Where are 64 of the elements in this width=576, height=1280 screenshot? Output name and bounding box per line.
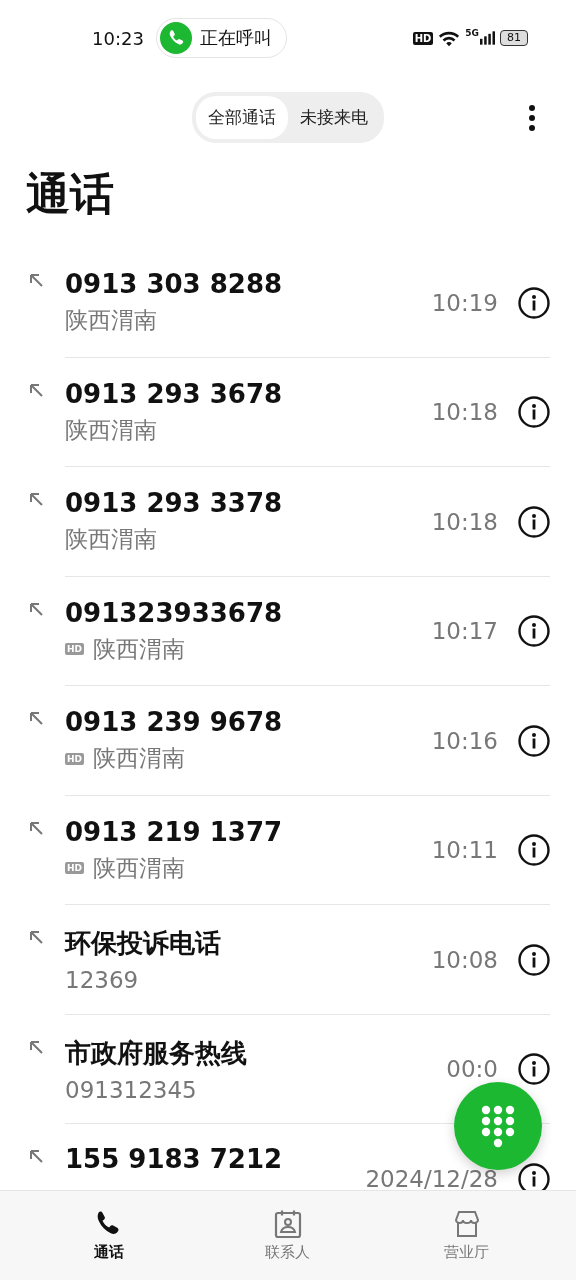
- signal-icon: [480, 30, 495, 46]
- tab[interactable]: 未接来电: [288, 96, 380, 139]
- info-icon[interactable]: [518, 396, 550, 429]
- hd-badge: HD: [412, 31, 434, 45]
- info-icon[interactable]: [518, 286, 550, 319]
- info-icon[interactable]: [518, 834, 550, 867]
- caller-name[interactable]: 环保投诉电话: [65, 926, 432, 962]
- caller-detail: 陕西渭南: [65, 306, 157, 336]
- hd-badge: HD: [65, 643, 84, 656]
- caller-detail: 091312345: [65, 1076, 197, 1103]
- info-icon[interactable]: [518, 943, 550, 976]
- wifi-icon: [438, 29, 461, 47]
- caller-name[interactable]: 155 9183 7212: [65, 1143, 366, 1174]
- caller-name[interactable]: 0913 303 8288: [65, 269, 432, 300]
- caller-detail: 12369: [65, 967, 139, 994]
- caller-name[interactable]: 0913 239 9678: [65, 707, 432, 738]
- outgoing-arrow-icon: [28, 381, 44, 398]
- nav-tab[interactable]: 联系人: [228, 1191, 348, 1280]
- phone-icon: [159, 22, 192, 54]
- caller-detail: 陕西渭南: [65, 415, 157, 445]
- network-label: 5G: [465, 27, 479, 38]
- outgoing-arrow-icon: [28, 1038, 44, 1055]
- call-time: 10:16: [431, 727, 498, 754]
- outgoing-arrow-icon: [28, 491, 44, 507]
- contacts-icon: [273, 1209, 303, 1239]
- tab[interactable]: 全部通话: [196, 96, 288, 139]
- outgoing-arrow-icon: [28, 1148, 44, 1164]
- call-time: 10:08: [431, 946, 498, 973]
- hd-badge: HD: [65, 862, 84, 875]
- outgoing-arrow-icon: [28, 929, 44, 945]
- caller-name[interactable]: 091323933678: [65, 597, 432, 628]
- outgoing-arrow-icon: [28, 819, 44, 836]
- caller-name[interactable]: 市政府服务热线: [65, 1035, 447, 1071]
- call-time: 10:18: [431, 508, 498, 535]
- call-time: 10:19: [431, 289, 498, 316]
- caller-name[interactable]: 0913 219 1377: [65, 816, 432, 847]
- page-title: 通话: [26, 167, 115, 221]
- battery-level: 81: [500, 30, 528, 46]
- caller-detail: 陕西渭南: [93, 744, 185, 774]
- info-icon[interactable]: [518, 1162, 550, 1190]
- more-icon[interactable]: [528, 104, 536, 132]
- info-icon[interactable]: [518, 724, 550, 757]
- info-icon[interactable]: [518, 615, 550, 648]
- dialpad-icon: [480, 1104, 516, 1148]
- call-time: 2024/12/28: [365, 1165, 498, 1190]
- caller-detail: 陕西渭南: [93, 634, 185, 664]
- nav-tab[interactable]: 通话: [49, 1191, 170, 1280]
- call-time: 10:18: [431, 399, 498, 426]
- outgoing-arrow-icon: [28, 272, 44, 288]
- caller-detail: 陕西渭南: [93, 853, 185, 883]
- status-time: 10:23: [92, 27, 144, 49]
- call-time: 10:17: [431, 618, 498, 645]
- caller-name[interactable]: 0913 293 3378: [65, 488, 432, 519]
- call-time: 10:11: [431, 837, 498, 864]
- call-time: 00:0: [446, 1056, 498, 1083]
- outgoing-arrow-icon: [28, 710, 44, 726]
- info-icon[interactable]: [518, 1053, 550, 1086]
- caller-name[interactable]: 0913 293 3678: [65, 378, 432, 409]
- outgoing-arrow-icon: [28, 600, 44, 617]
- info-icon[interactable]: [518, 505, 550, 538]
- nav-tab[interactable]: 营业厅: [406, 1191, 527, 1280]
- caller-detail: 陕西渭南: [65, 525, 157, 555]
- hd-badge: HD: [65, 752, 84, 765]
- calling-label: 正在呼叫: [199, 26, 272, 50]
